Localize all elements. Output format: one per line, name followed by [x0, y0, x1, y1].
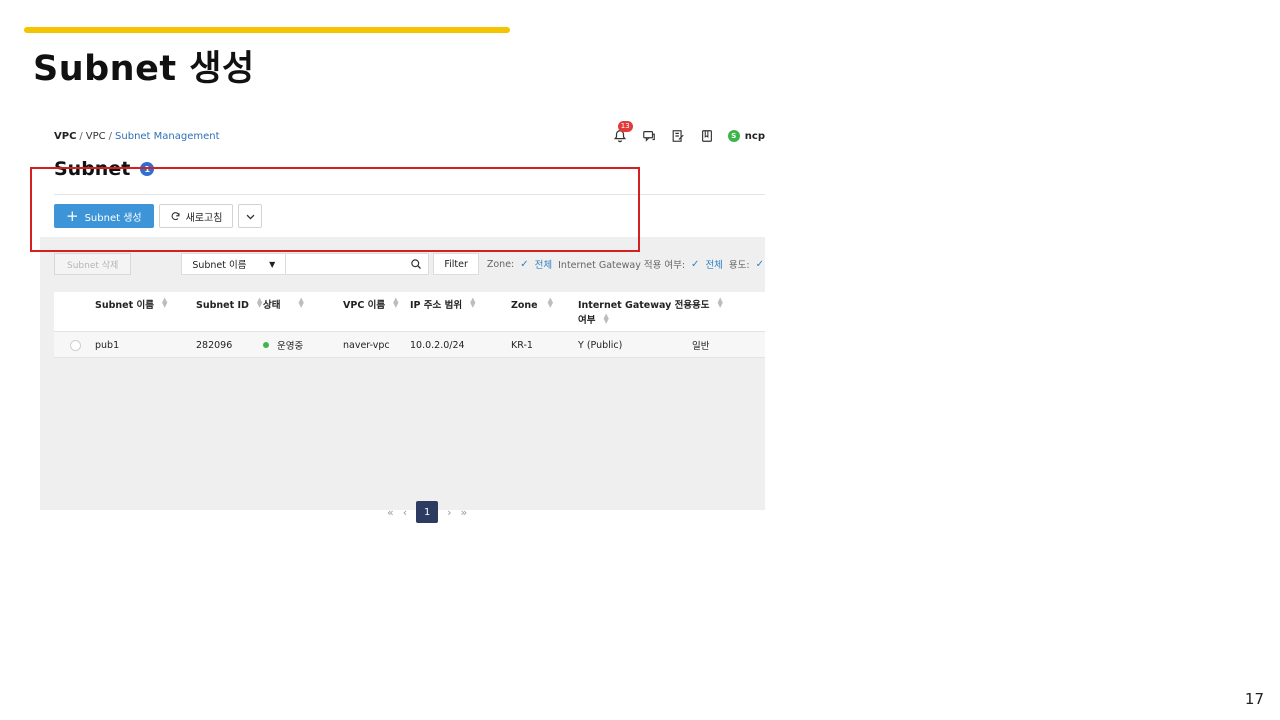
- subnet-list-panel: Subnet 삭제 Subnet 이름 ▼ Filter Zone: ✓ 전체 …: [40, 237, 765, 523]
- notification-count-badge: 13: [617, 121, 633, 132]
- column-header-vpc-name[interactable]: VPC 이름 ▲ ▼: [343, 296, 399, 313]
- breadcrumb-subnet-management[interactable]: Subnet Management: [115, 131, 220, 142]
- sort-icon: ▲ ▼: [547, 296, 554, 309]
- cell-subnet-name: pub1: [95, 339, 120, 351]
- cell-vpc-name: naver-vpc: [343, 339, 390, 351]
- prev-page-button[interactable]: ‹: [403, 506, 407, 519]
- sort-icon: ▲ ▼: [393, 296, 399, 309]
- last-page-button[interactable]: »: [461, 506, 468, 519]
- slide-title: Subnet 생성: [33, 49, 255, 89]
- chat-icon[interactable]: [641, 128, 657, 144]
- breadcrumb-vpc[interactable]: VPC: [86, 131, 106, 142]
- zone-filter-label: Zone:: [486, 258, 515, 270]
- table-row[interactable]: pub1 282096 운영중 naver-vpc 10.0.2.0/24 KR…: [54, 332, 765, 358]
- cell-status: 운영중: [263, 332, 303, 358]
- user-name: ncp: [744, 130, 765, 142]
- highlight-annotation-box: [30, 167, 640, 252]
- sort-icon: ▲ ▼: [161, 296, 168, 309]
- user-menu[interactable]: S ncp: [727, 130, 765, 142]
- sort-icon: ▲ ▼: [603, 312, 609, 325]
- column-header-subnet-id[interactable]: Subnet ID ▲ ▼: [196, 296, 263, 313]
- sort-icon: ▲ ▼: [256, 296, 263, 309]
- next-page-button[interactable]: ›: [447, 506, 451, 519]
- edit-icon[interactable]: [670, 128, 686, 144]
- cell-subnet-id: 282096: [196, 339, 233, 351]
- cell-internet-gateway: Y (Public): [578, 339, 623, 351]
- book-icon[interactable]: [699, 128, 715, 144]
- check-icon: ✓: [691, 258, 700, 270]
- page-1-button[interactable]: 1: [416, 501, 439, 523]
- bell-icon[interactable]: 13: [612, 121, 633, 144]
- breadcrumb-vpc-root[interactable]: VPC: [54, 131, 76, 142]
- sort-icon: ▲ ▼: [717, 296, 723, 309]
- avatar: S: [727, 130, 740, 142]
- usage-filter-label: 용도:: [728, 260, 750, 271]
- search-input[interactable]: [286, 253, 430, 275]
- delete-subnet-button[interactable]: Subnet 삭제: [54, 253, 132, 275]
- column-header-subnet-name[interactable]: Subnet 이름 ▲ ▼: [95, 296, 168, 313]
- title-accent-bar: [24, 27, 510, 33]
- search-icon[interactable]: [410, 258, 422, 270]
- column-header-status[interactable]: 상태 ▲ ▼: [263, 296, 304, 313]
- subnet-table: Subnet 이름 ▲ ▼ Subnet ID ▲ ▼ 상태 ▲ ▼ VPC 이름 ▲ ▼ IP…: [54, 292, 765, 358]
- column-header-ip-range[interactable]: IP 주소 범위 ▲ ▼: [410, 296, 476, 313]
- filter-chips: Zone: ✓ 전체 Internet Gateway 적용 여부: ✓ 전체 …: [486, 257, 764, 272]
- column-header-internet-gateway[interactable]: Internet Gateway 전용 여부 ▲ ▼: [578, 298, 692, 328]
- igw-filter-label: Internet Gateway 적용 여부:: [558, 260, 686, 271]
- pagination: « ‹ 1 › »: [387, 501, 467, 523]
- sort-icon: ▲ ▼: [298, 296, 304, 309]
- check-icon: ✓: [520, 258, 529, 270]
- cell-zone: KR-1: [511, 339, 533, 351]
- check-icon: ✓: [755, 258, 764, 270]
- filter-bar: Subnet 삭제 Subnet 이름 ▼ Filter Zone: ✓ 전체 …: [54, 253, 765, 275]
- caret-down-icon: ▼: [269, 259, 276, 269]
- search-field-select[interactable]: Subnet 이름 ▼: [181, 253, 287, 275]
- filter-button[interactable]: Filter: [433, 253, 479, 275]
- row-select-radio[interactable]: [70, 340, 81, 351]
- zone-filter-value[interactable]: 전체: [535, 257, 552, 271]
- cell-ip-range: 10.0.2.0/24: [410, 339, 465, 351]
- breadcrumb: VPC / VPC / Subnet Management: [54, 131, 220, 142]
- page-number: 17: [1244, 690, 1264, 708]
- slide: Subnet 생성 VPC / VPC / Subnet Management 13 S…: [0, 0, 1280, 720]
- table-header: Subnet 이름 ▲ ▼ Subnet ID ▲ ▼ 상태 ▲ ▼ VPC 이름 ▲ ▼ IP…: [54, 292, 765, 332]
- status-dot-icon: [263, 342, 269, 348]
- cell-usage: 일반: [692, 341, 710, 352]
- column-header-usage[interactable]: 용도 ▲ ▼: [692, 296, 723, 313]
- sort-icon: ▲ ▼: [470, 296, 476, 309]
- igw-filter-value[interactable]: 전체: [705, 257, 722, 271]
- header-icons: 13 S ncp: [612, 121, 765, 144]
- column-header-zone[interactable]: Zone ▲ ▼: [511, 296, 554, 313]
- first-page-button[interactable]: «: [387, 506, 394, 519]
